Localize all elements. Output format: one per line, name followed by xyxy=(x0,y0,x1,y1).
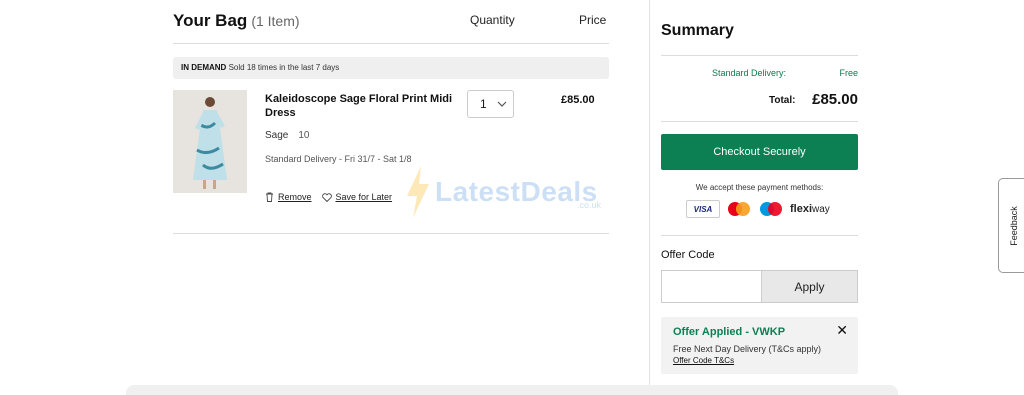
offer-description: Free Next Day Delivery (T&Cs apply) xyxy=(673,344,822,354)
total-label: Total: xyxy=(769,95,796,106)
in-demand-banner: IN DEMAND Sold 18 times in the last 7 da… xyxy=(173,57,609,79)
heart-icon xyxy=(321,192,332,202)
standard-delivery-value: Free xyxy=(839,68,858,78)
checkout-button[interactable]: Checkout Securely xyxy=(661,134,858,170)
payment-methods-text: We accept these payment methods: xyxy=(695,183,824,192)
item-actions: Remove Save for Later xyxy=(265,192,392,202)
divider xyxy=(661,55,858,56)
delivery-estimate: Standard Delivery - Fri 31/7 - Sat 1/8 xyxy=(265,154,412,164)
watermark-text: LatestDeals xyxy=(435,176,598,207)
column-divider xyxy=(649,0,650,395)
lightning-bolt-icon xyxy=(407,166,429,218)
item-price: £85.00 xyxy=(561,94,595,106)
close-icon[interactable]: ✕ xyxy=(836,322,848,339)
divider xyxy=(661,235,858,236)
in-demand-tag: IN DEMAND xyxy=(181,63,227,72)
flexiway-label-a: flexi xyxy=(790,203,813,215)
product-name[interactable]: Kaleidoscope Sage Floral Print Midi Dres… xyxy=(265,92,461,120)
remove-button[interactable]: Remove xyxy=(265,192,312,202)
chevron-down-icon xyxy=(497,101,507,107)
bag-header: Your Bag (1 Item) Quantity Price xyxy=(173,10,609,44)
feedback-tab[interactable]: Feedback xyxy=(998,178,1024,273)
offer-terms-link[interactable]: Offer Code T&Cs xyxy=(673,356,734,365)
bottom-panel xyxy=(126,385,898,395)
save-for-later-label: Save for Later xyxy=(335,192,393,202)
divider xyxy=(661,121,858,122)
product-image[interactable] xyxy=(173,90,247,193)
apply-button[interactable]: Apply xyxy=(761,270,858,303)
standard-delivery-label: Standard Delivery: xyxy=(712,68,787,78)
page-title: Your Bag (1 Item) xyxy=(173,11,300,31)
size-value: 10 xyxy=(298,130,310,141)
trash-icon xyxy=(266,192,273,202)
price-column-header: Price xyxy=(579,13,607,27)
flexiway-label-b: way xyxy=(812,203,830,215)
bag-title-text: Your Bag xyxy=(173,11,248,30)
offer-applied-box: Offer Applied - VWKP ✕ Free Next Day Del… xyxy=(661,317,858,374)
visa-icon: VISA xyxy=(686,200,720,218)
save-for-later-button[interactable]: Save for Later xyxy=(321,192,393,202)
in-demand-text: Sold 18 times in the last 7 days xyxy=(228,63,340,72)
quantity-column-header: Quantity xyxy=(470,13,515,27)
maestro-icon xyxy=(758,200,784,218)
offer-code-label: Offer Code xyxy=(661,249,715,261)
latestdeals-watermark: LatestDeals .co.uk xyxy=(405,166,602,218)
payment-methods: VISA flexi way xyxy=(686,200,830,218)
product-attributes: Sage 10 xyxy=(265,130,309,141)
offer-code-input[interactable] xyxy=(661,270,761,303)
summary-title: Summary xyxy=(661,22,734,39)
feedback-label: Feedback xyxy=(1008,205,1019,246)
total-value: £85.00 xyxy=(812,91,858,108)
quantity-value: 1 xyxy=(480,97,487,111)
offer-applied-title: Offer Applied - VWKP xyxy=(673,326,786,338)
quantity-select[interactable]: 1 xyxy=(467,90,514,118)
watermark-subtext: .co.uk xyxy=(577,200,602,210)
color-label: Sage xyxy=(265,130,289,141)
remove-label: Remove xyxy=(278,192,312,202)
item-count: (1 Item) xyxy=(251,13,300,29)
mastercard-icon xyxy=(726,200,752,218)
flexiway-icon: flexi way xyxy=(790,200,830,218)
